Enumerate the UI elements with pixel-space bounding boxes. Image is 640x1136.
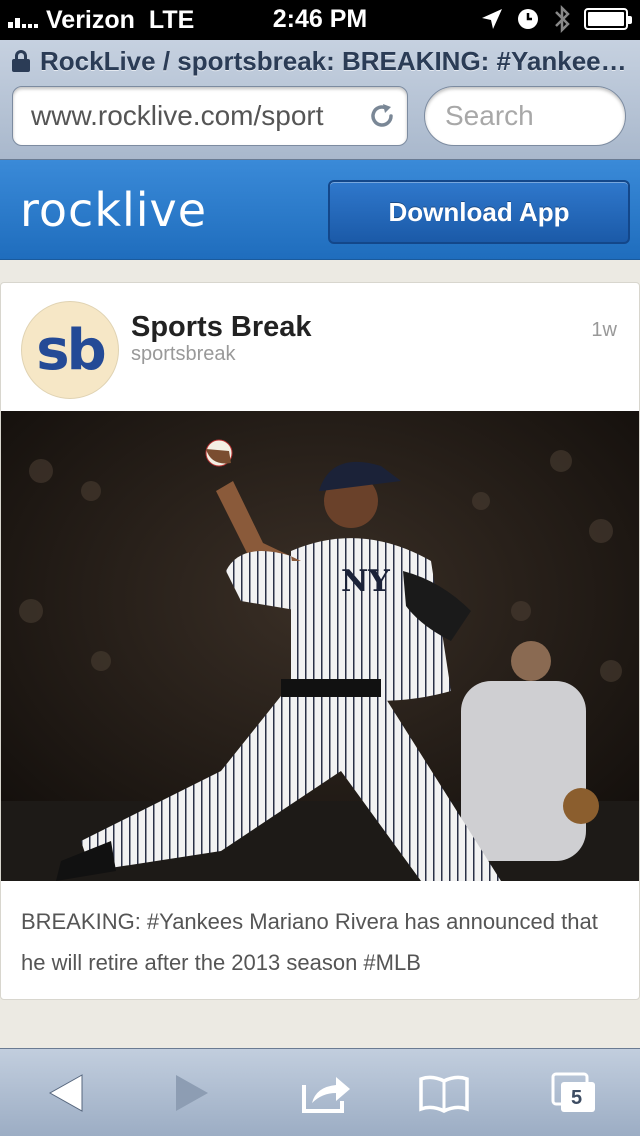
rocklive-logo[interactable]: rocklive [20, 183, 207, 237]
page-title-bar: RockLive / sportsbreak: BREAKING: #Yanke… [0, 40, 640, 82]
network-type: LTE [148, 5, 195, 34]
post-text: BREAKING: #Yankees Mariano Rivera has an… [21, 909, 598, 975]
back-button[interactable] [36, 1069, 96, 1117]
tab-count: 5 [571, 1087, 583, 1109]
post-photo[interactable]: NY [1, 411, 639, 881]
search-field[interactable] [424, 86, 626, 146]
reload-icon[interactable] [367, 101, 397, 131]
post-header: sb Sports Break sportsbreak 1w [1, 283, 639, 411]
bookmarks-icon [419, 1075, 469, 1113]
back-icon [48, 1074, 83, 1112]
address-bar[interactable]: www.rocklive.com/sport [12, 86, 408, 146]
search-input[interactable] [445, 100, 605, 132]
forward-button[interactable] [162, 1069, 222, 1117]
download-app-button[interactable]: Download App [328, 180, 630, 244]
forward-icon [176, 1075, 208, 1111]
browser-bottom-toolbar: 5 [0, 1048, 640, 1136]
bluetooth-icon [555, 4, 570, 34]
pitcher-photo-image: NY [1, 411, 639, 881]
alarm-icon [518, 9, 538, 29]
post-card: sb Sports Break sportsbreak 1w NY BREAKI… [0, 282, 640, 1000]
page-title: RockLive / sportsbreak: BREAKING: #Yanke… [40, 45, 627, 76]
carrier-label: Verizon [46, 5, 135, 34]
url-text: www.rocklive.com/sport [31, 100, 324, 131]
lock-icon [12, 50, 30, 72]
battery-icon [584, 8, 632, 30]
status-bar: Verizon LTE 2:46 PM [0, 0, 640, 40]
author-name[interactable]: Sports Break [131, 311, 312, 344]
bookmarks-button[interactable] [414, 1069, 474, 1117]
post-timestamp: 1w [591, 319, 617, 341]
avatar[interactable]: sb [21, 301, 119, 399]
share-icon [302, 1077, 350, 1113]
share-button[interactable] [296, 1069, 356, 1117]
browser-toolbar: RockLive / sportsbreak: BREAKING: #Yanke… [0, 40, 640, 160]
tabs-button[interactable]: 5 [544, 1069, 604, 1117]
author-handle[interactable]: sportsbreak [131, 343, 236, 366]
signal-strength-icon [8, 10, 38, 30]
location-icon [482, 9, 502, 29]
svg-text:NY: NY [341, 564, 390, 599]
site-header: rocklive Download App [0, 160, 640, 260]
